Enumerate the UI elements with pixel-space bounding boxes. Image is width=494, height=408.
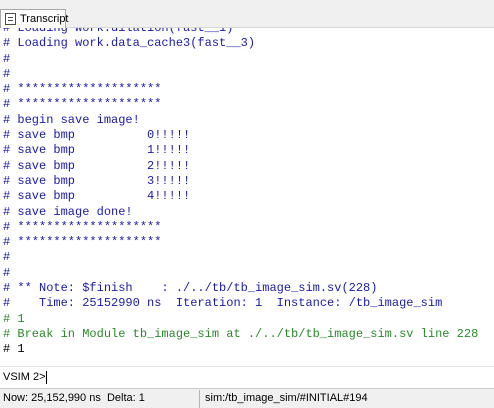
transcript-line: # [3,265,11,280]
transcript-line: # save bmp 1!!!!! [3,143,191,158]
text-cursor [46,371,47,384]
transcript-line: # ******************** [3,82,162,97]
status-now-delta: Now: 25,152,990 ns Delta: 1 [0,391,198,407]
transcript-line: # save bmp 4!!!!! [3,189,191,204]
transcript-icon [5,13,16,25]
status-context: sim:/tb_image_sim/#INITIAL#194 [205,392,368,404]
transcript-line: # [3,66,11,81]
transcript-line: # save bmp 0!!!!! [3,128,191,143]
transcript-line: # begin save image! [3,112,140,127]
command-line[interactable]: VSIM 2> [0,366,494,388]
transcript-line: # Break in Module tb_image_sim at ./../t… [3,326,479,341]
tab-transcript-label: Transcript [20,13,69,25]
command-prompt: VSIM 2> [3,371,46,383]
transcript-line: # save image done! [3,204,133,219]
transcript-output: # Loading work.dilation(fast__1) # Loadi… [3,28,478,358]
tab-transcript[interactable]: Transcript [0,9,69,28]
transcript-line: # Loading work.data_cache3(fast__3) [3,36,256,51]
transcript-line: # ******************** [3,97,162,112]
transcript-pane[interactable]: # Loading work.dilation(fast__1) # Loadi… [0,28,494,366]
transcript-line: # 1 [3,311,25,326]
window-titlebar: Transcript [0,0,494,28]
transcript-line: # ******************** [3,235,162,250]
transcript-line: # 1 [3,342,25,357]
status-divider [199,390,200,408]
status-bar: Now: 25,152,990 ns Delta: 1 sim:/tb_imag… [0,388,494,408]
transcript-line: # save bmp 2!!!!! [3,158,191,173]
transcript-line: # save bmp 3!!!!! [3,173,191,188]
status-delta: Delta: 1 [106,392,145,404]
transcript-line: # ** Note: $finish : ./../tb/tb_image_si… [3,281,378,296]
transcript-line: # Time: 25152990 ns Iteration: 1 Instanc… [3,296,443,311]
transcript-line: # [3,51,11,66]
transcript-line: # ******************** [3,219,162,234]
transcript-line: # Loading work.dilation(fast__1) [3,28,234,35]
status-now: Now: 25,152,990 ns [3,392,101,404]
transcript-line: # [3,250,11,265]
